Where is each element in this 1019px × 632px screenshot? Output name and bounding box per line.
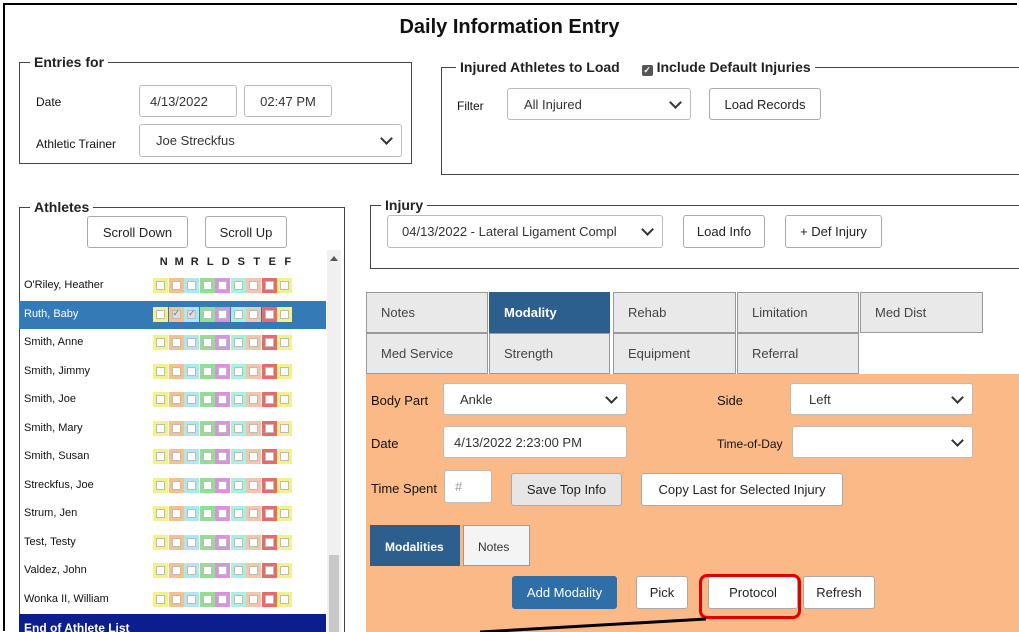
- annotation-arrow: [479, 617, 707, 632]
- annotation-arrow-line: [479, 617, 707, 632]
